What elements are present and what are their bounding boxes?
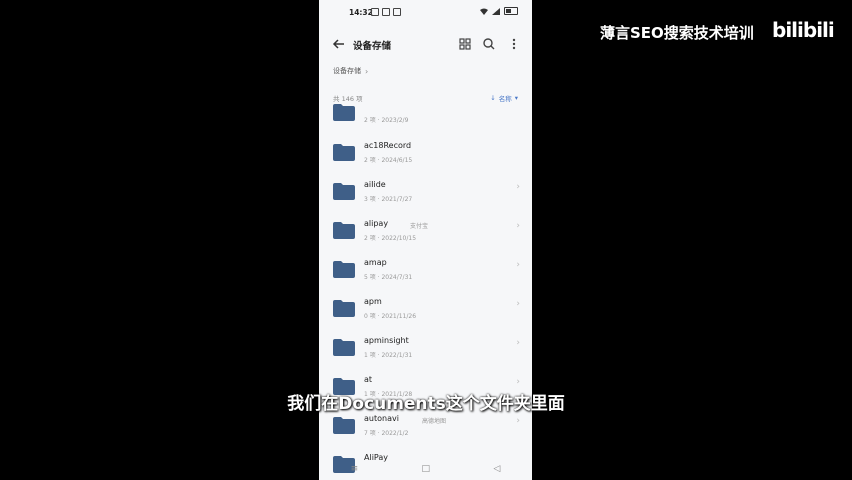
back-arrow-icon[interactable] [331,36,347,52]
battery-icon [504,7,518,15]
folder-meta: 0 项 · 2021/11/26 [364,313,417,320]
folder-name: at [364,375,373,384]
folder-meta: 3 项 · 2021/7/27 [364,196,413,203]
folder-row[interactable]: alipay 支付宝 2 项 · 2022/10/15 › [319,208,532,246]
video-subtitle: 我们在Documents这个文件夹里面 [287,394,565,414]
grid-view-icon[interactable] [457,36,473,52]
folder-icon [333,104,355,121]
folder-icon [333,300,355,317]
folder-icon [333,183,355,200]
chevron-right-icon: › [516,377,520,387]
folder-app-tag: 高德地图 [422,418,447,425]
folder-icon [333,417,355,434]
folder-row[interactable]: aiIide 3 项 · 2021/7/27 › [319,169,532,207]
wifi-icon [480,8,488,15]
folder-name: autonavi [364,414,399,423]
chevron-right-icon: › [516,299,520,309]
breadcrumb-item[interactable]: 设备存储 [333,66,361,76]
chevron-right-icon: › [516,182,520,192]
folder-meta: 1 项 · 2022/1/31 [364,352,413,359]
chevron-right-icon: › [516,221,520,231]
breadcrumb-separator: › [365,66,369,76]
home-nav-icon[interactable]: □ [422,464,431,474]
folder-icon [333,339,355,356]
folder-meta: 2 项 · 2024/6/15 [364,157,413,164]
signal-icon [492,7,500,15]
folder-meta: 2 项 · 2022/10/15 [364,235,417,242]
folder-row[interactable]: ac18Record 2 项 · 2024/6/15 [319,130,532,168]
folder-icon [333,261,355,278]
chevron-right-icon: › [516,260,520,270]
folder-row[interactable]: apm 0 项 · 2021/11/26 › [319,286,532,324]
folder-app-tag: 支付宝 [410,223,429,230]
folder-row[interactable]: amap 5 项 · 2024/7/31 › [319,247,532,285]
search-icon[interactable] [481,36,497,52]
chevron-right-icon: › [516,416,520,426]
notification-icon [382,8,390,16]
folder-name: apm [364,297,382,306]
folder-icon [333,222,355,239]
watermark-brand: 薄言SEO搜索技术培训 [600,24,754,42]
bilibili-logo: bilibili [772,18,835,42]
notification-icons [371,8,401,16]
back-nav-icon[interactable]: ◁ [493,464,500,474]
folder-meta: 2 项 · 2023/2/9 [364,117,409,124]
breadcrumb: 设备存储 › [333,66,368,76]
system-nav-bar: ≡ □ ◁ [319,458,532,480]
notification-icon [371,8,379,16]
notification-icon [393,8,401,16]
more-vert-icon[interactable] [506,36,522,52]
folder-icon [333,144,355,161]
folder-name: ac18Record [364,141,412,150]
app-bar: 设备存储 [319,30,532,58]
page-title: 设备存储 [353,41,392,52]
status-bar: 14:32 [319,0,532,24]
folder-row[interactable]: 2 项 · 2023/2/9 [319,90,532,128]
status-time: 14:32 [349,8,373,17]
folder-name: alipay [364,219,389,228]
folder-meta: 7 项 · 2022/1/2 [364,430,409,437]
folder-meta: 5 项 · 2024/7/31 [364,274,413,281]
folder-name: aiIide [364,180,386,189]
folder-row[interactable]: apminsight 1 项 · 2022/1/31 › [319,325,532,363]
system-icons [480,7,518,15]
chevron-right-icon: › [516,338,520,348]
folder-name: apminsight [364,336,409,345]
menu-nav-icon[interactable]: ≡ [351,464,359,474]
folder-name: amap [364,258,387,267]
